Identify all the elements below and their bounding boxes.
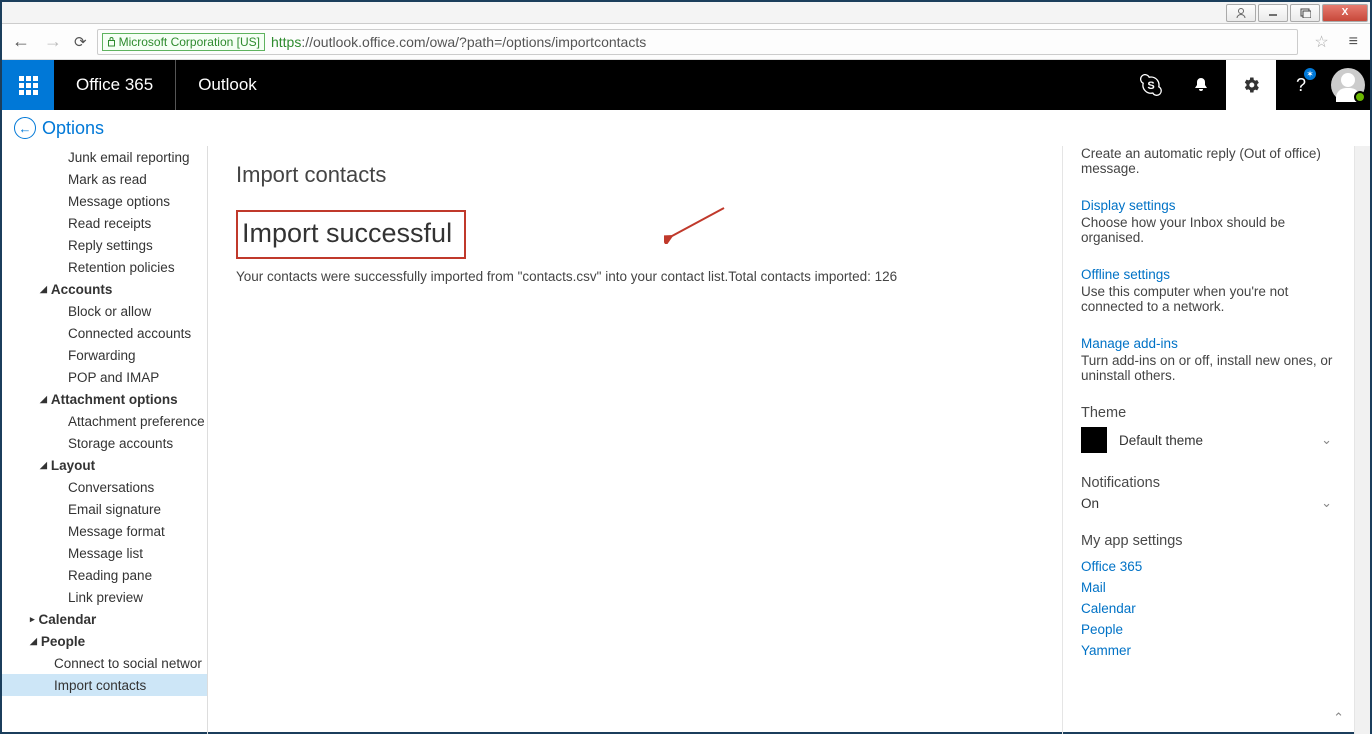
window-maximize-button[interactable] [1290, 4, 1320, 22]
browser-toolbar: ← → ⟳ Microsoft Corporation [US] https:/… [2, 24, 1370, 60]
sidebar-item[interactable]: Connected accounts [2, 322, 207, 344]
sidebar-item-import-contacts[interactable]: Import contacts [2, 674, 207, 696]
app-link-office365[interactable]: Office 365 [1081, 559, 1336, 574]
display-settings-link[interactable]: Display settings [1081, 198, 1336, 213]
sidebar-item[interactable]: Message format [2, 520, 207, 542]
theme-heading: Theme [1081, 405, 1336, 421]
manage-addins-link[interactable]: Manage add-ins [1081, 336, 1336, 351]
settings-panel[interactable]: Create an automatic reply (Out of office… [1062, 146, 1354, 734]
options-back-button[interactable]: ← [14, 117, 36, 139]
app-launcher-button[interactable] [2, 60, 54, 110]
options-title: Options [42, 118, 104, 139]
caret-down-icon: ◢ [40, 394, 47, 405]
scroll-up-icon[interactable]: ⌃ [1333, 710, 1344, 726]
sidebar-group-calendar[interactable]: ▸Calendar [2, 608, 207, 630]
address-bar[interactable]: Microsoft Corporation [US] https://outlo… [97, 29, 1299, 55]
app-link-yammer[interactable]: Yammer [1081, 643, 1336, 658]
app-link-mail[interactable]: Mail [1081, 580, 1336, 595]
caret-down-icon: ◢ [30, 636, 37, 647]
sidebar-item[interactable]: Message list [2, 542, 207, 564]
sidebar-item[interactable]: Retention policies [2, 256, 207, 278]
chevron-down-icon: ⌄ [1321, 495, 1332, 511]
main-content: Import contacts Import successful Your c… [208, 146, 1062, 734]
app-link-calendar[interactable]: Calendar [1081, 601, 1336, 616]
sidebar-item[interactable]: Mark as read [2, 168, 207, 190]
help-badge-icon: ✶ [1304, 68, 1316, 80]
sidebar-item[interactable]: Link preview [2, 586, 207, 608]
account-avatar[interactable] [1326, 60, 1370, 110]
notifications-bell-icon[interactable] [1176, 60, 1226, 110]
sidebar-item[interactable]: Storage accounts [2, 432, 207, 454]
brand-outlook[interactable]: Outlook [175, 60, 279, 110]
caret-right-icon: ▸ [30, 614, 35, 625]
panel-scrollbar[interactable] [1354, 146, 1370, 734]
window-titlebar: X [2, 2, 1370, 24]
app-link-people[interactable]: People [1081, 622, 1336, 637]
sidebar-item[interactable]: Reading pane [2, 564, 207, 586]
svg-text:S: S [1147, 80, 1154, 92]
auto-reply-desc: Create an automatic reply (Out of office… [1081, 146, 1336, 176]
help-icon[interactable]: ? ✶ [1276, 60, 1326, 110]
options-sidebar[interactable]: Junk email reporting Mark as read Messag… [2, 146, 208, 734]
sidebar-item[interactable]: Attachment preference [2, 410, 207, 432]
display-settings-desc: Choose how your Inbox should be organise… [1081, 215, 1336, 245]
offline-settings-desc: Use this computer when you're not connec… [1081, 284, 1336, 314]
bookmark-star-icon[interactable]: ☆ [1308, 32, 1334, 52]
success-heading: Import successful [242, 218, 452, 249]
waffle-icon [19, 76, 38, 95]
browser-menu-icon[interactable]: ≡ [1345, 33, 1362, 51]
url-protocol: https [271, 34, 301, 50]
sidebar-item[interactable]: Reply settings [2, 234, 207, 256]
sidebar-item[interactable]: Connect to social networ [2, 652, 207, 674]
page-title: Import contacts [236, 162, 1034, 188]
chevron-down-icon: ⌄ [1321, 432, 1332, 448]
sidebar-item[interactable]: Junk email reporting [2, 146, 207, 168]
sidebar-group-accounts[interactable]: ◢Accounts [2, 278, 207, 300]
lock-icon [107, 36, 116, 47]
presence-indicator-icon [1354, 91, 1366, 103]
theme-selector[interactable]: Default theme ⌄ [1081, 427, 1336, 453]
theme-value: Default theme [1119, 433, 1203, 448]
nav-back-icon[interactable]: ← [10, 31, 32, 52]
manage-addins-desc: Turn add-ins on or off, install new ones… [1081, 353, 1336, 383]
sidebar-item[interactable]: Message options [2, 190, 207, 212]
sidebar-group-layout[interactable]: ◢Layout [2, 454, 207, 476]
url-path: ://outlook.office.com/owa/?path=/options… [301, 34, 646, 50]
offline-settings-link[interactable]: Offline settings [1081, 267, 1336, 282]
options-header: ← Options [2, 110, 1370, 146]
success-message: Your contacts were successfully imported… [236, 269, 1034, 284]
sidebar-item[interactable]: Read receipts [2, 212, 207, 234]
suite-header: Office 365 Outlook S ? ✶ [2, 60, 1370, 110]
sidebar-group-people[interactable]: ◢People [2, 630, 207, 652]
theme-swatch-icon [1081, 427, 1107, 453]
sidebar-group-attachment[interactable]: ◢Attachment options [2, 388, 207, 410]
window-close-button[interactable]: X [1322, 4, 1368, 22]
sidebar-item[interactable]: Forwarding [2, 344, 207, 366]
security-badge: Microsoft Corporation [US] [102, 33, 265, 51]
notifications-selector[interactable]: On ⌄ [1081, 495, 1336, 511]
sidebar-item[interactable]: Block or allow [2, 300, 207, 322]
settings-gear-icon[interactable] [1226, 60, 1276, 110]
nav-forward-icon[interactable]: → [42, 31, 64, 52]
sidebar-item[interactable]: POP and IMAP [2, 366, 207, 388]
app-settings-heading: My app settings [1081, 533, 1336, 549]
window-minimize-button[interactable] [1258, 4, 1288, 22]
brand-office365[interactable]: Office 365 [54, 60, 175, 110]
skype-icon[interactable]: S [1126, 60, 1176, 110]
notifications-heading: Notifications [1081, 475, 1336, 491]
window-user-button[interactable] [1226, 4, 1256, 22]
sidebar-item[interactable]: Conversations [2, 476, 207, 498]
caret-down-icon: ◢ [40, 460, 47, 471]
sidebar-item[interactable]: Email signature [2, 498, 207, 520]
security-badge-text: Microsoft Corporation [US] [119, 35, 260, 49]
caret-down-icon: ◢ [40, 284, 47, 295]
notifications-value: On [1081, 496, 1099, 511]
annotation-arrow-icon [664, 202, 734, 244]
reload-icon[interactable]: ⟳ [74, 33, 87, 51]
success-highlight-box: Import successful [236, 210, 466, 259]
